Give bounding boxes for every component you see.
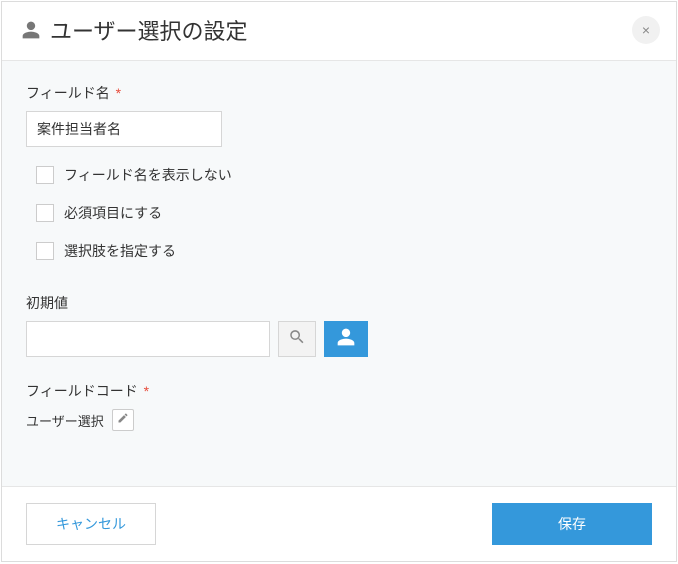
edit-field-code-button[interactable]: [112, 409, 134, 431]
field-code-row: ユーザー選択: [26, 409, 652, 431]
save-button[interactable]: 保存: [492, 503, 652, 545]
initial-value-row: [26, 321, 652, 357]
checkbox-make-required-row: 必須項目にする: [36, 203, 652, 223]
close-button[interactable]: ×: [632, 16, 660, 44]
dialog-body: フィールド名 * フィールド名を表示しない 必須項目にする 選択肢を指定する 初…: [2, 60, 676, 487]
checkbox-hide-field-name[interactable]: [36, 166, 54, 184]
field-code-label: フィールドコード *: [26, 381, 652, 401]
field-name-label: フィールド名 *: [26, 83, 652, 103]
field-code-value: ユーザー選択: [26, 411, 104, 430]
field-name-input[interactable]: [26, 111, 222, 147]
search-button[interactable]: [278, 321, 316, 357]
checkbox-hide-field-name-label[interactable]: フィールド名を表示しない: [64, 165, 232, 185]
checkbox-make-required[interactable]: [36, 204, 54, 222]
checkbox-specify-choices-row: 選択肢を指定する: [36, 241, 652, 261]
required-mark-code: *: [144, 383, 149, 399]
field-name-label-text: フィールド名: [26, 85, 110, 101]
checkbox-hide-field-name-row: フィールド名を表示しない: [36, 165, 652, 185]
checkbox-specify-choices-label[interactable]: 選択肢を指定する: [64, 241, 176, 261]
dialog-header: ユーザー選択の設定 ×: [2, 2, 676, 60]
user-icon: [20, 19, 42, 41]
user-picker-button[interactable]: [324, 321, 368, 357]
cancel-button[interactable]: キャンセル: [26, 503, 156, 545]
initial-value-label: 初期値: [26, 293, 652, 313]
initial-value-input[interactable]: [26, 321, 270, 357]
field-code-label-text: フィールドコード: [26, 383, 138, 399]
required-mark: *: [116, 85, 121, 101]
checkbox-make-required-label[interactable]: 必須項目にする: [64, 203, 162, 223]
dialog-footer: キャンセル 保存: [2, 487, 676, 561]
dialog-title: ユーザー選択の設定: [50, 14, 248, 46]
pencil-icon: [117, 411, 129, 429]
initial-value-group: 初期値: [26, 293, 652, 357]
save-button-label: 保存: [558, 514, 586, 534]
cancel-button-label: キャンセル: [56, 514, 126, 534]
user-select-settings-dialog: ユーザー選択の設定 × フィールド名 * フィールド名を表示しない 必須項目にす…: [1, 1, 677, 562]
field-code-group: フィールドコード * ユーザー選択: [26, 381, 652, 431]
user-picker-icon: [336, 327, 356, 352]
checkbox-specify-choices[interactable]: [36, 242, 54, 260]
close-icon: ×: [642, 22, 650, 38]
search-icon: [288, 328, 306, 351]
field-name-group: フィールド名 *: [26, 83, 652, 147]
